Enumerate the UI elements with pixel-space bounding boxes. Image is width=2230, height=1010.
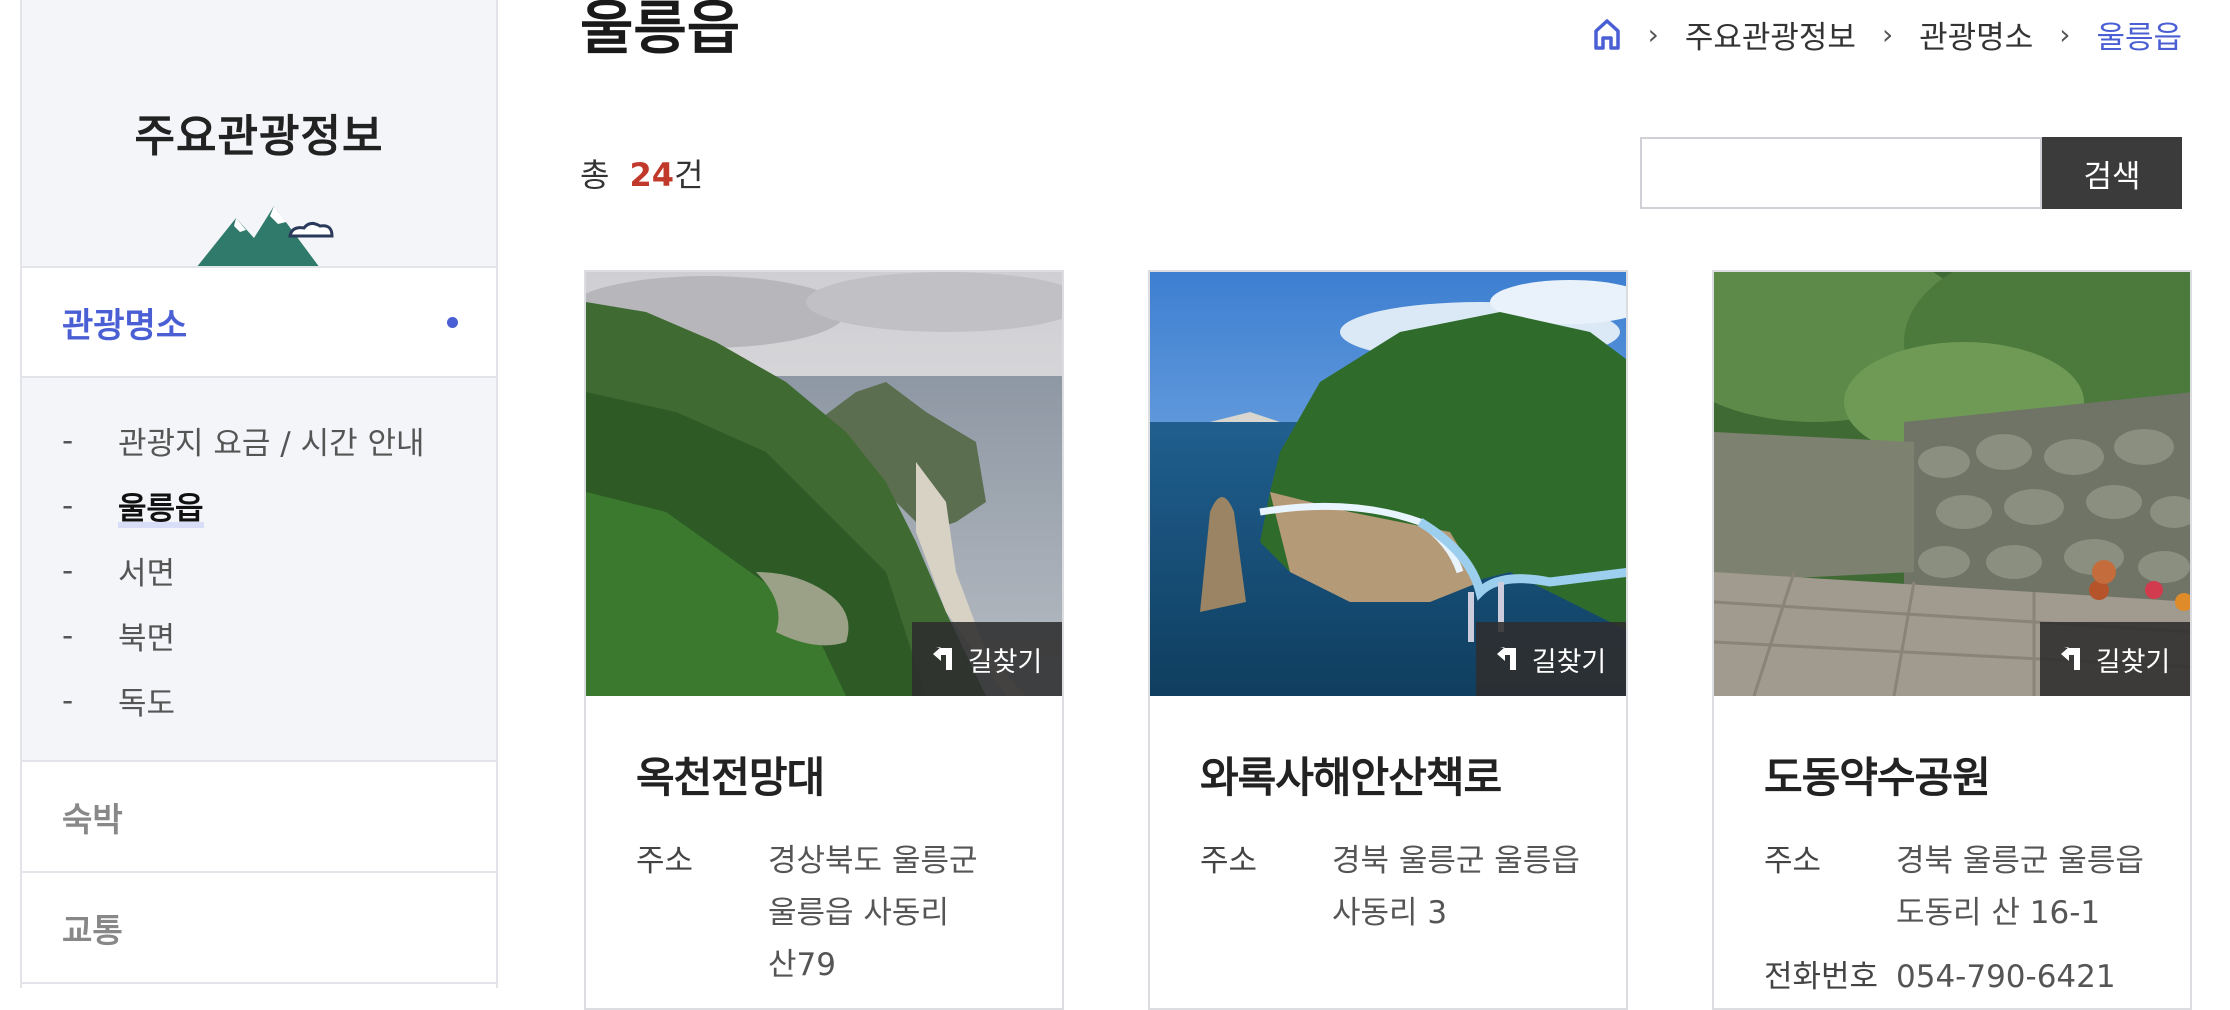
chevron-right-icon: › [1881,17,1894,51]
address-row: 주소 경상북도 울릉군 울릉읍 사동리 산79 [636,835,1062,991]
search-input[interactable] [1640,137,2042,209]
submenu-item-label: 독도 [118,686,176,722]
sidebar-item-transport[interactable]: 교통 [22,873,496,984]
breadcrumb: › 주요관광정보 › 관광명소 › 울릉읍 [1592,8,2182,60]
address-line: 경상북도 울릉군 [768,843,978,879]
submenu-item-label: 북면 [118,621,176,657]
directions-button[interactable]: 길찾기 [1476,622,1626,696]
address-label: 주소 [1200,843,1258,879]
directions-label: 길찾기 [2095,646,2171,678]
active-dot-icon [447,317,458,328]
address-line: 울릉읍 사동리 [768,895,949,931]
directions-label: 길찾기 [967,646,1043,678]
result-count: 총 24건 [580,150,703,196]
sidebar-title: 주요관광정보 [134,111,384,162]
place-name[interactable]: 와록사해안산책로 [1200,744,1626,805]
dash-icon: - [62,682,74,719]
place-info: 주소 경상북도 울릉군 울릉읍 사동리 산79 [636,835,1062,991]
search-button[interactable]: 검색 [2042,137,2182,209]
chevron-right-icon: › [2059,17,2071,51]
place-name[interactable]: 옥천전망대 [636,744,1062,805]
submenu-item-seo-myeon[interactable]: - 서면 [22,538,496,603]
submenu-item-buk-myeon[interactable]: - 북면 [22,603,496,668]
address-line: 도동리 산 16-1 [1896,895,2101,931]
turn-left-icon [932,647,952,670]
result-count-prefix: 총 [580,156,610,194]
dash-icon: - [62,552,74,589]
address-value: 경북 울릉군 울릉읍 도동리 산 16-1 [1896,835,2146,939]
submenu-item-dokdo[interactable]: - 독도 [22,668,496,733]
address-value: 경상북도 울릉군 울릉읍 사동리 산79 [768,835,1018,991]
submenu-item-label: 울릉읍 [118,483,204,528]
breadcrumb-item[interactable]: 주요관광정보 [1685,12,1856,57]
place-name[interactable]: 도동약수공원 [1764,744,2190,805]
address-label: 주소 [1764,843,1822,879]
sidebar-item-lodging[interactable]: 숙박 [22,762,496,873]
place-info: 주소 경북 울릉군 울릉읍 도동리 산 16-1 전화번호 054-790-64… [1764,835,2190,1003]
directions-button[interactable]: 길찾기 [912,622,1062,696]
dash-icon: - [62,487,74,524]
breadcrumb-item[interactable]: 관광명소 [1919,12,2033,57]
dash-icon: - [62,617,74,654]
submenu-item-fees[interactable]: - 관광지 요금 / 시간 안내 [22,408,496,473]
address-value: 경북 울릉군 울릉읍 사동리 3 [1332,835,1582,939]
result-count-suffix: 건 [673,156,704,194]
home-icon[interactable] [1592,18,1622,50]
mountain-icon [197,206,334,266]
chevron-right-icon: › [1647,17,1659,51]
turn-left-icon [1496,647,1516,670]
dash-icon: - [62,422,74,459]
place-photo[interactable]: 길찾기 [1714,272,2190,696]
turn-left-icon [2060,647,2080,670]
place-info: 주소 경북 울릉군 울릉읍 사동리 3 [1200,835,1626,939]
address-line: 경북 울릉군 울릉읍 [1896,843,2144,879]
address-line: 산79 [768,947,836,983]
directions-button[interactable]: 길찾기 [2040,622,2190,696]
phone-value[interactable]: 054-790-6421 [1896,951,2146,1003]
submenu-item-label: 서면 [118,556,176,592]
address-line: 경북 울릉군 울릉읍 [1332,843,1580,879]
submenu-item-ulleung-eup[interactable]: - 울릉읍 [22,473,496,538]
sidebar-header: 주요관광정보 [22,0,496,268]
place-photo[interactable]: 길찾기 [1150,272,1626,696]
address-label: 주소 [636,843,694,879]
sidebar-item-label: 관광명소 [62,305,188,346]
result-count-number: 24 [629,156,674,194]
sidebar-submenu: - 관광지 요금 / 시간 안내 - 울릉읍 - 서면 - 북면 - 독도 [22,378,496,762]
submenu-item-label: 관광지 요금 / 시간 안내 [118,426,425,462]
address-row: 주소 경북 울릉군 울릉읍 사동리 3 [1200,835,1626,939]
page-title: 울릉읍 [580,0,741,62]
address-row: 주소 경북 울릉군 울릉읍 도동리 산 16-1 [1764,835,2190,939]
place-card[interactable]: 길찾기 도동약수공원 주소 경북 울릉군 울릉읍 도동리 산 16-1 전화번호… [1712,270,2192,1010]
place-card[interactable]: 길찾기 와록사해안산책로 주소 경북 울릉군 울릉읍 사동리 3 [1148,270,1628,1010]
directions-label: 길찾기 [1531,646,1607,678]
sidebar: 주요관광정보 관광명소 - 관광지 요금 / 시간 안내 - 울릉읍 - 서면 … [20,0,498,988]
place-card[interactable]: 길찾기 옥천전망대 주소 경상북도 울릉군 울릉읍 사동리 산79 [584,270,1064,1010]
phone-row: 전화번호 054-790-6421 [1764,951,2190,1003]
address-line: 사동리 3 [1332,895,1448,931]
phone-label: 전화번호 [1764,959,1879,995]
breadcrumb-current: 울릉읍 [2096,19,2182,56]
place-photo[interactable]: 길찾기 [586,272,1062,696]
sidebar-item-tourist-spots[interactable]: 관광명소 [22,268,496,378]
